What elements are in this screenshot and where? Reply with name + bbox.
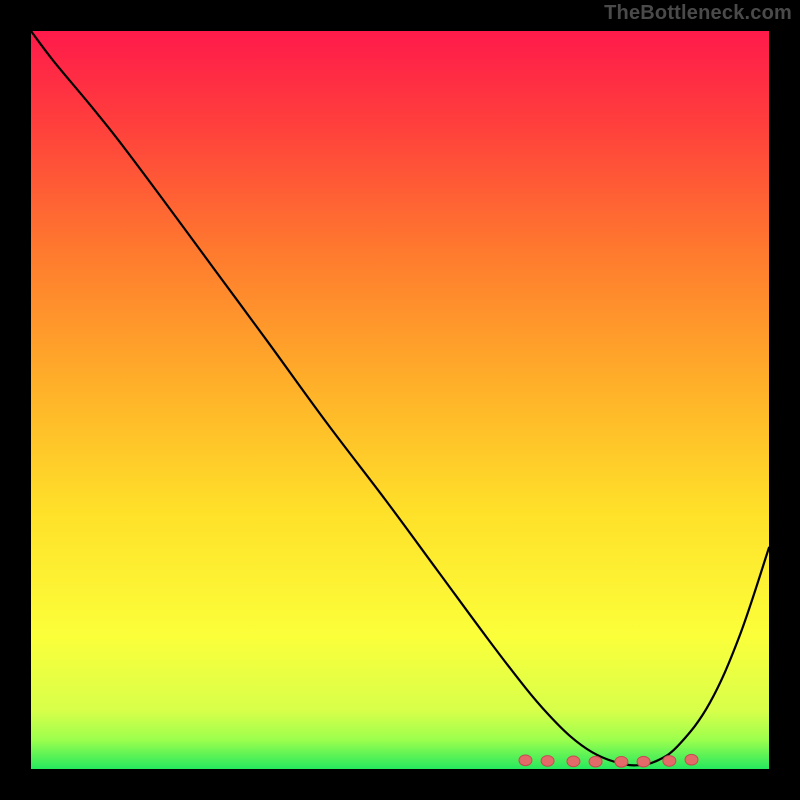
optimal-marker <box>519 755 532 766</box>
optimal-marker <box>685 754 698 765</box>
chart-frame: TheBottleneck.com <box>0 0 800 800</box>
optimal-marker <box>615 756 628 767</box>
optimal-marker <box>589 756 602 767</box>
optimal-marker <box>541 756 554 767</box>
gradient-background <box>31 31 769 769</box>
optimal-marker <box>567 756 580 767</box>
watermark-text: TheBottleneck.com <box>604 2 792 25</box>
optimal-marker <box>663 756 676 767</box>
optimal-marker <box>637 756 650 767</box>
bottleneck-chart <box>31 31 769 769</box>
